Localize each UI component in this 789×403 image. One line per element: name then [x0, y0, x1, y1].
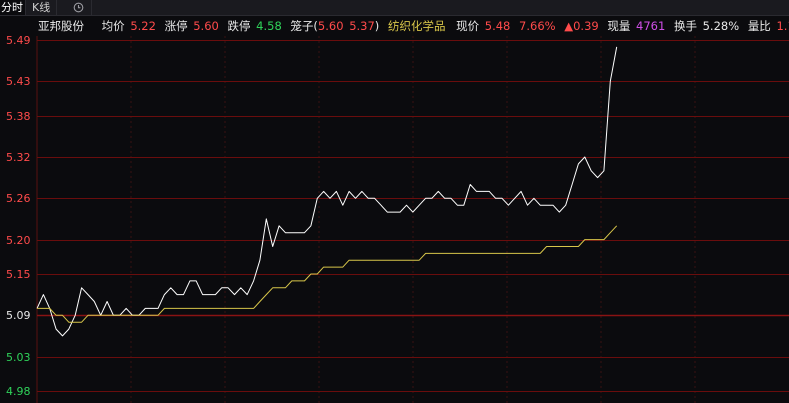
- y-tick-label: 5.49: [6, 33, 31, 47]
- y-tick-label: 5.15: [6, 267, 31, 281]
- y-tick-label: 5.32: [6, 150, 31, 164]
- y-tick-label: 5.26: [6, 191, 31, 205]
- price-line: [36, 46, 618, 337]
- y-tick-label: 4.98: [6, 384, 31, 398]
- y-tick-label: 5.03: [6, 350, 31, 364]
- y-tick-label: 5.20: [6, 233, 31, 247]
- intraday-chart[interactable]: [0, 0, 789, 403]
- y-tick-label: 5.38: [6, 109, 31, 123]
- y-tick-label: 5.43: [6, 74, 31, 88]
- y-tick-label: 5.09: [6, 308, 31, 322]
